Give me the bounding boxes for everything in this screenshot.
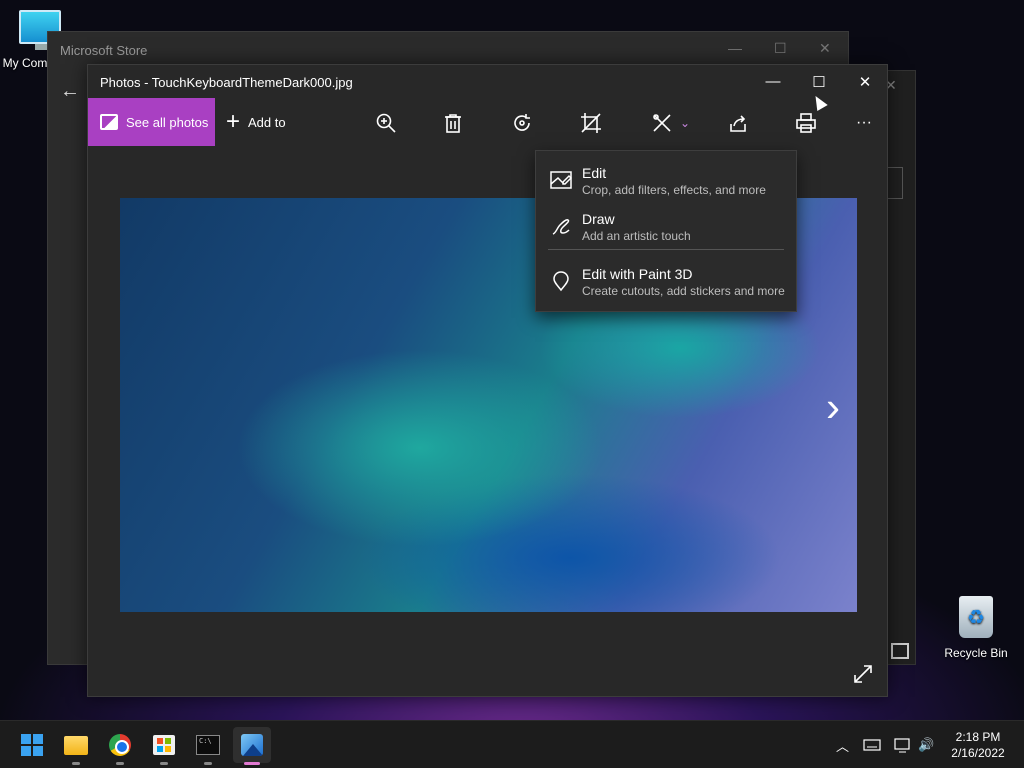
zoom-in-icon[interactable] xyxy=(373,110,399,136)
windows-logo-icon xyxy=(21,734,43,756)
photo-icon xyxy=(100,114,118,130)
menu-item-subtitle: Crop, add filters, effects, and more xyxy=(582,183,766,197)
maximize-button[interactable]: ☐ xyxy=(774,40,787,57)
recycle-bin-icon: ♻ xyxy=(959,596,993,638)
desktop-icon-label: Recycle Bin xyxy=(944,646,1008,660)
folder-icon xyxy=(64,735,88,755)
chrome-icon xyxy=(109,734,131,756)
paint3d-icon xyxy=(550,270,572,292)
start-button[interactable] xyxy=(13,727,51,763)
network-icon[interactable] xyxy=(894,721,912,768)
taskbar: C:\ ︿ 🔊 2:18 PM 2/16/2022 xyxy=(0,720,1024,768)
window-preview-icon[interactable] xyxy=(891,643,909,659)
edit-image-icon xyxy=(550,169,573,191)
back-arrow-icon[interactable]: ← xyxy=(60,80,80,103)
print-icon[interactable] xyxy=(793,110,819,136)
menu-item-title: Edit xyxy=(582,165,607,181)
share-icon[interactable] xyxy=(725,110,751,136)
keyboard-icon[interactable] xyxy=(863,721,881,768)
clock-date: 2/16/2022 xyxy=(951,746,1005,760)
volume-icon[interactable]: 🔊 xyxy=(918,721,934,768)
terminal-icon: C:\ xyxy=(196,735,220,755)
menu-item-title: Edit with Paint 3D xyxy=(582,266,693,282)
see-all-photos-label: See all photos xyxy=(126,114,209,130)
menu-item-draw[interactable]: Draw Add an artistic touch xyxy=(536,201,796,247)
fullscreen-icon[interactable] xyxy=(852,663,874,685)
plus-icon: + xyxy=(226,108,241,135)
store-icon xyxy=(153,735,175,755)
menu-item-subtitle: Create cutouts, add stickers and more xyxy=(582,284,785,298)
rotate-icon[interactable] xyxy=(509,110,535,136)
minimize-button[interactable]: — xyxy=(728,40,742,56)
minimize-button[interactable]: — xyxy=(750,65,796,98)
menu-item-edit-with-paint-3d[interactable]: Edit with Paint 3D Create cutouts, add s… xyxy=(536,256,796,302)
crop-icon[interactable] xyxy=(578,110,604,136)
see-all-photos-button[interactable]: See all photos xyxy=(88,98,215,146)
menu-item-subtitle: Add an artistic touch xyxy=(582,229,691,243)
taskbar-photos[interactable] xyxy=(233,727,271,765)
more-icon[interactable]: ··· xyxy=(851,110,877,136)
next-photo-arrow-icon[interactable]: › xyxy=(826,383,840,431)
taskbar-microsoft-store[interactable] xyxy=(145,727,183,765)
taskbar-terminal[interactable]: C:\ xyxy=(189,727,227,765)
chevron-down-icon[interactable]: ⌄ xyxy=(672,110,698,136)
clock-time: 2:18 PM xyxy=(955,730,1001,744)
edit-create-menu: Edit Crop, add filters, effects, and mor… xyxy=(535,150,797,312)
window-title: Microsoft Store xyxy=(60,43,148,58)
add-to-button[interactable]: + Add to xyxy=(226,98,286,146)
title-bar[interactable]: Photos - TouchKeyboardThemeDark000.jpg —… xyxy=(88,65,887,98)
close-button[interactable]: ✕ xyxy=(819,40,831,57)
menu-separator xyxy=(548,249,784,250)
desktop-icon-label: My Com xyxy=(2,56,48,70)
add-to-label: Add to xyxy=(248,114,286,130)
window-title: Photos - TouchKeyboardThemeDark000.jpg xyxy=(100,75,353,90)
desktop-icon-recycle-bin[interactable]: ♻ Recycle Bin xyxy=(940,596,1012,660)
taskbar-file-explorer[interactable] xyxy=(57,727,95,765)
show-hidden-icons-chevron-icon[interactable]: ︿ xyxy=(836,721,849,768)
delete-icon[interactable] xyxy=(440,110,466,136)
menu-item-edit[interactable]: Edit Crop, add filters, effects, and mor… xyxy=(536,155,796,201)
menu-item-title: Draw xyxy=(582,211,615,227)
draw-icon xyxy=(550,215,572,237)
taskbar-chrome[interactable] xyxy=(101,727,139,765)
clock[interactable]: 2:18 PM 2/16/2022 xyxy=(940,729,1016,761)
close-button[interactable]: ✕ xyxy=(842,65,888,98)
photos-app-icon xyxy=(241,734,263,756)
toolbar: See all photos + Add to ⌄ ··· xyxy=(88,98,887,146)
